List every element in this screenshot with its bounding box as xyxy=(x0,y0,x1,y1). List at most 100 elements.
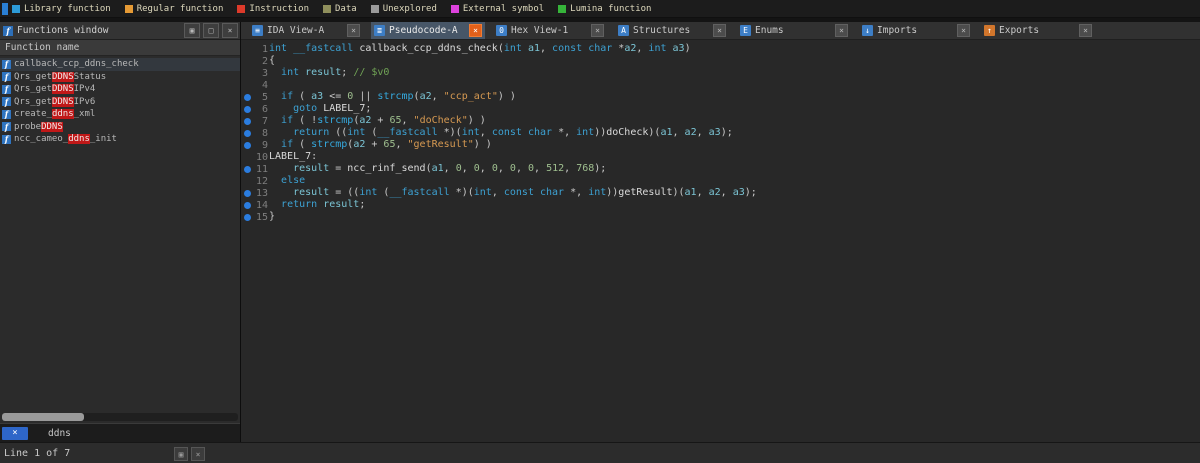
functions-window-titlebar[interactable]: f Functions window ▣ □ × xyxy=(0,22,240,40)
tab-close-button[interactable]: × xyxy=(347,24,360,37)
address-dot[interactable] xyxy=(244,165,251,173)
code-line[interactable]: 9 if ( strcmp(a2 + 65, "getResult") ) xyxy=(241,139,1200,151)
tab-structures[interactable]: A Structures × xyxy=(615,22,729,39)
function-list-item[interactable]: f probeDDNS xyxy=(0,121,240,134)
function-name: callback_ccp_ddns_check xyxy=(14,59,139,70)
tab-close-button[interactable]: × xyxy=(957,24,970,37)
tab-close-button[interactable]: × xyxy=(469,24,482,37)
tab-ida-view-a[interactable]: ≡ IDA View-A × xyxy=(249,22,363,39)
address-dot[interactable] xyxy=(244,93,251,101)
code-line[interactable]: 8 return ((int (__fastcall *)(int, const… xyxy=(241,127,1200,139)
function-icon: f xyxy=(2,122,11,132)
filter-input[interactable]: ddns xyxy=(48,428,71,439)
horizontal-scrollbar[interactable] xyxy=(2,413,238,421)
function-list-item[interactable]: f Qrs_getDDNSIPv6 xyxy=(0,96,240,109)
scrollbar-thumb[interactable] xyxy=(2,413,84,421)
code-line[interactable]: 11 result = ncc_rinf_send(a1, 0, 0, 0, 0… xyxy=(241,163,1200,175)
tab-bar: ≡ IDA View-A × ≣ Pseudocode-A × 0 Hex View-1 × A S… xyxy=(241,22,1200,40)
code-line[interactable]: 10 LABEL_7: xyxy=(241,151,1200,163)
panel-title: Functions window xyxy=(17,25,109,36)
filter-clear-button[interactable]: × xyxy=(2,426,28,440)
function-name: probeDDNS xyxy=(14,121,63,132)
legend-item: External symbol xyxy=(450,4,544,14)
tab-label: Hex View-1 xyxy=(511,25,569,36)
address-dot[interactable] xyxy=(244,189,251,197)
gutter-dot-column xyxy=(241,165,254,173)
function-name-column-header[interactable]: Function name xyxy=(0,40,240,56)
code-line[interactable]: 1 int __fastcall callback_ccp_ddns_check(… xyxy=(241,43,1200,55)
ida-window: Library function Regular function Instruct… xyxy=(0,0,1200,463)
tab-close-button[interactable]: × xyxy=(713,24,726,37)
tab-enums[interactable]: E Enums × xyxy=(737,22,851,39)
code-line[interactable]: 6 goto LABEL_7; xyxy=(241,103,1200,115)
code-text: return result; xyxy=(281,199,366,210)
legend-color-swatch xyxy=(237,4,246,13)
dock-restore-button[interactable]: ▣ xyxy=(174,447,188,461)
function-list-item[interactable]: f Qrs_getDDNSIPv4 xyxy=(0,83,240,96)
float-button[interactable]: □ xyxy=(203,23,219,38)
code-line[interactable]: 7 if ( !strcmp(a2 + 65, "doCheck") ) xyxy=(241,115,1200,127)
address-dot[interactable] xyxy=(244,105,251,113)
code-text: int result; // $v0 xyxy=(281,67,390,78)
function-list: f callback_ccp_ddns_check f Qrs_getDDNSStat… xyxy=(0,56,240,411)
function-list-item[interactable]: f callback_ccp_ddns_check xyxy=(0,58,240,71)
code-text: if ( strcmp(a2 + 65, "getResult") ) xyxy=(281,139,492,150)
tab-label: Structures xyxy=(633,25,691,36)
filter-row: × ddns xyxy=(0,423,240,442)
function-list-item[interactable]: f create_ddns_xml xyxy=(0,108,240,121)
function-icon: f xyxy=(2,134,11,144)
line-number: 9 xyxy=(261,139,268,151)
legend-bar: Library function Regular function Instruct… xyxy=(0,0,1200,18)
function-name: ncc_cameo_ddns_init xyxy=(14,134,117,145)
tab-label: Pseudocode-A xyxy=(389,25,458,36)
main-view: ≡ IDA View-A × ≣ Pseudocode-A × 0 Hex View-1 × A S… xyxy=(241,22,1200,442)
legend-color-swatch xyxy=(450,4,459,13)
function-list-item[interactable]: f Qrs_getDDNSStatus xyxy=(0,71,240,84)
code-line[interactable]: 12 else xyxy=(241,175,1200,187)
gutter-dot-column xyxy=(241,201,254,209)
legend-item: Unexplored xyxy=(370,4,437,14)
code-line[interactable]: 5 if ( a3 <= 0 || strcmp(a2, "ccp_act") … xyxy=(241,91,1200,103)
gutter-dot-column xyxy=(241,93,254,101)
dock-close-button[interactable]: × xyxy=(191,447,205,461)
address-dot[interactable] xyxy=(244,117,251,125)
tab-exports[interactable]: ↑ Exports × xyxy=(981,22,1095,39)
code-line[interactable]: 2{ xyxy=(241,55,1200,67)
address-dot[interactable] xyxy=(244,201,251,209)
line-number: 1 xyxy=(261,43,268,55)
code-line[interactable]: 3 int result; // $v0 xyxy=(241,67,1200,79)
code-text: if ( !strcmp(a2 + 65, "doCheck") ) xyxy=(281,115,486,126)
code-line[interactable]: 13 result = ((int (__fastcall *)(int, co… xyxy=(241,187,1200,199)
gutter-dot-column xyxy=(241,141,254,149)
gutter-dot-column xyxy=(241,105,254,113)
address-dot[interactable] xyxy=(244,213,251,221)
legend-items: Library function Regular function Instruct… xyxy=(12,4,651,14)
legend-color-swatch xyxy=(323,4,332,13)
tab-close-button[interactable]: × xyxy=(1079,24,1092,37)
function-icon: f xyxy=(2,72,11,82)
tab-pseudocode-a[interactable]: ≣ Pseudocode-A × xyxy=(371,22,485,39)
close-button[interactable]: × xyxy=(222,23,238,38)
tab-imports[interactable]: ↓ Imports × xyxy=(859,22,973,39)
tab-close-button[interactable]: × xyxy=(591,24,604,37)
ida-view-icon: ≡ xyxy=(252,25,263,36)
address-dot[interactable] xyxy=(244,141,251,149)
panel-window-buttons: ▣ □ × xyxy=(181,23,238,38)
tab-label: Exports xyxy=(999,25,1040,36)
address-dot[interactable] xyxy=(244,129,251,137)
function-name: Qrs_getDDNSIPv6 xyxy=(14,96,96,107)
line-number: 2 xyxy=(261,55,268,67)
line-number: 11 xyxy=(255,163,268,175)
tab-hex-view-1[interactable]: 0 Hex View-1 × xyxy=(493,22,607,39)
code-line[interactable]: 4 xyxy=(241,79,1200,91)
gutter-dot-column xyxy=(241,189,254,197)
code-line[interactable]: 15} xyxy=(241,211,1200,223)
restore-button[interactable]: ▣ xyxy=(184,23,200,38)
tab-close-button[interactable]: × xyxy=(835,24,848,37)
code-area[interactable]: 1 int __fastcall callback_ccp_ddns_check(… xyxy=(241,40,1200,442)
status-bar: Line 1 of 7 ▣ × xyxy=(0,442,1200,463)
exports-icon: ↑ xyxy=(984,25,995,36)
code-line[interactable]: 14 return result; xyxy=(241,199,1200,211)
function-list-item[interactable]: f ncc_cameo_ddns_init xyxy=(0,133,240,146)
legend-item-label: Regular function xyxy=(136,3,224,14)
